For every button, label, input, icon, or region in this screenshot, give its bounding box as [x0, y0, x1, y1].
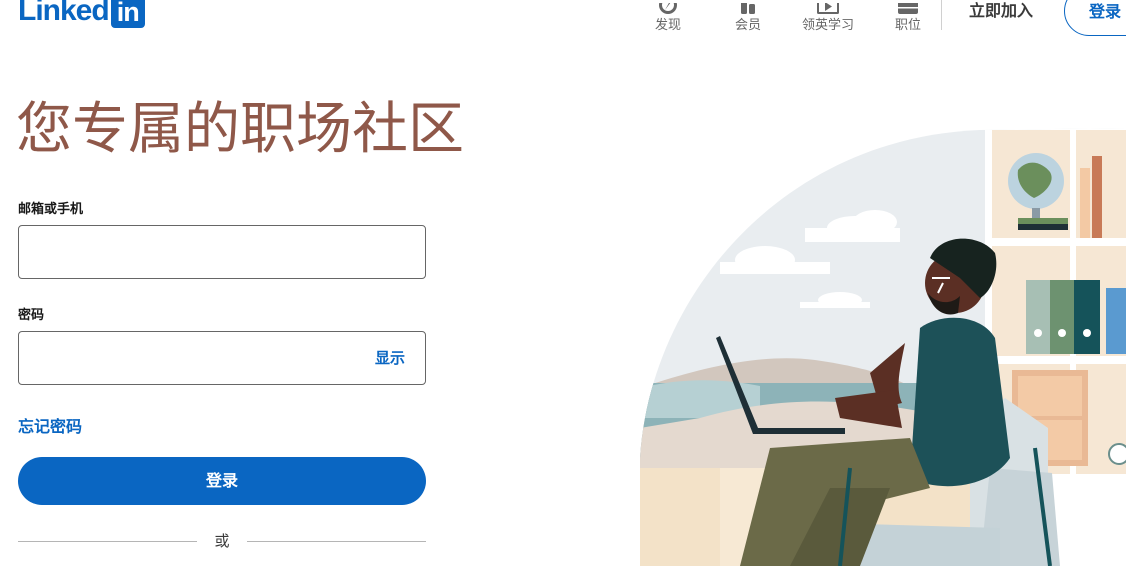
email-field[interactable]: [18, 225, 426, 279]
hero-illustration: [640, 128, 1126, 566]
forgot-password-link[interactable]: 忘记密码: [18, 413, 82, 437]
divider-line: [247, 541, 426, 542]
signin-button[interactable]: 登录: [18, 457, 426, 505]
password-field[interactable]: [18, 331, 426, 385]
header-signin-button[interactable]: 登录: [1064, 0, 1126, 36]
linkedin-logo[interactable]: Linked in: [18, 0, 145, 28]
login-page: Linked in 发现 会员 领英学习 职位 立即加入 登录 您专属的职场社区…: [0, 0, 1126, 566]
logo-in-box: in: [110, 0, 145, 28]
join-now-button[interactable]: 立即加入: [952, 0, 1050, 24]
binder-icon: [1026, 280, 1126, 354]
nav-label: 职位: [894, 18, 921, 33]
or-divider: 或: [18, 528, 426, 554]
nav-item-discover[interactable]: 发现: [628, 0, 708, 34]
compass-icon: [659, 3, 677, 14]
briefcase-icon: [898, 3, 918, 14]
nav-label: 会员: [734, 18, 761, 33]
page-title: 您专属的职场社区: [16, 97, 464, 162]
logo-wordmark: Linked: [18, 0, 110, 27]
nav-item-members[interactable]: 会员: [708, 0, 788, 34]
email-label: 邮箱或手机: [18, 202, 84, 217]
password-label: 密码: [18, 308, 45, 323]
people-icon: [741, 3, 755, 14]
nav-item-learning[interactable]: 领英学习: [788, 0, 868, 34]
top-nav: 发现 会员 领英学习 职位: [628, 0, 948, 34]
play-video-icon: [817, 3, 839, 14]
nav-item-jobs[interactable]: 职位: [868, 0, 948, 34]
nav-label: 发现: [654, 18, 681, 33]
show-password-button[interactable]: 显示: [375, 347, 405, 368]
nav-label: 领英学习: [801, 18, 854, 33]
nav-divider: [941, 0, 942, 30]
